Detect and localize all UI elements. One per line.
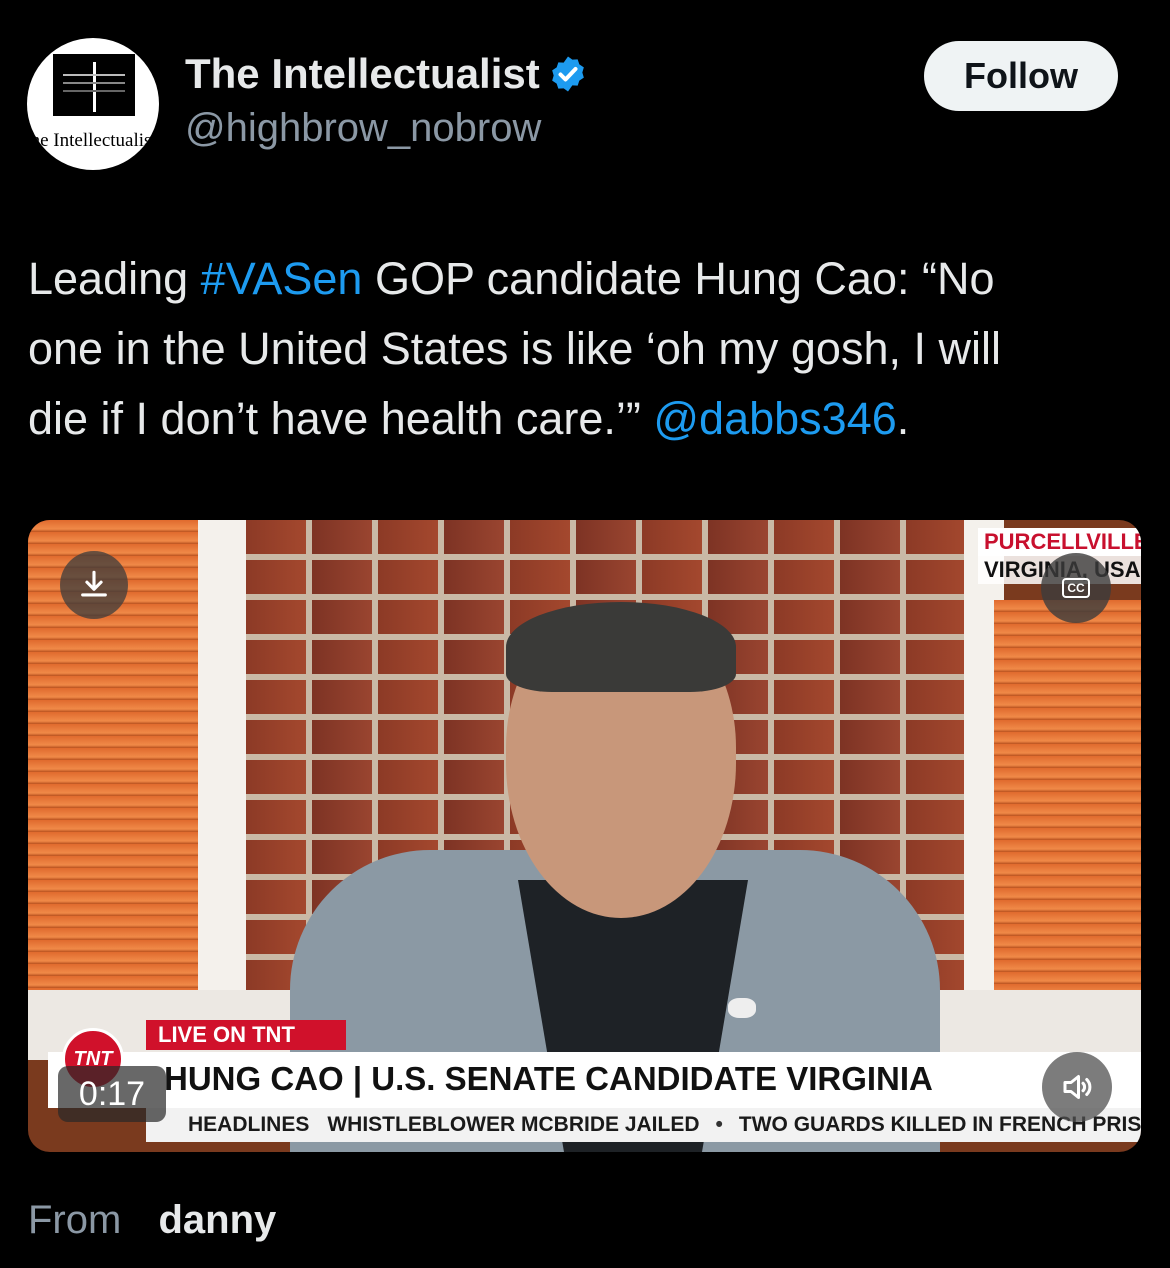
tweet-text-segment: die if I don’t have health care.’” xyxy=(28,393,654,444)
video-player[interactable]: PURCELLVILLE VIRGINIA, USA CC LIVE ON TN… xyxy=(28,520,1141,1152)
download-button[interactable] xyxy=(60,551,128,619)
from-attribution: From danny xyxy=(28,1198,276,1243)
display-name-text: The Intellectualist xyxy=(185,50,540,97)
captions-button[interactable]: CC xyxy=(1041,553,1111,623)
cc-icon: CC xyxy=(1062,578,1090,598)
lapel-pin xyxy=(728,998,756,1018)
download-icon xyxy=(81,570,107,597)
tweet-line-1: Leading #VASen GOP candidate Hung Cao: “… xyxy=(28,244,1148,314)
video-timestamp: 0:17 xyxy=(58,1066,166,1122)
hashtag-link[interactable]: #VASen xyxy=(201,253,363,304)
tweet-line-3: die if I don’t have health care.’” @dabb… xyxy=(28,384,1148,454)
live-tag: LIVE ON TNT xyxy=(146,1020,346,1050)
news-ticker: HEADLINES WHISTLEBLOWER MCBRIDE JAILED •… xyxy=(146,1108,1141,1142)
speaker-hair xyxy=(506,602,736,692)
avatar-logo-art xyxy=(53,54,135,116)
volume-button[interactable] xyxy=(1042,1052,1112,1122)
follow-button[interactable]: Follow xyxy=(924,41,1118,111)
verified-badge-icon xyxy=(551,56,584,92)
ticker-item: WHISTLEBLOWER MCBRIDE JAILED xyxy=(327,1113,700,1136)
avatar[interactable]: The Intellectualist xyxy=(27,38,159,170)
window-frame xyxy=(198,520,246,1000)
ticker-separator: • xyxy=(715,1113,723,1136)
lower-third-title: HUNG CAO | U.S. SENATE CANDIDATE VIRGINI… xyxy=(164,1060,933,1097)
from-user-link[interactable]: danny xyxy=(158,1198,276,1242)
tweet-text-segment: Leading xyxy=(28,253,201,304)
ticker-label: HEADLINES xyxy=(188,1113,310,1136)
display-name[interactable]: The Intellectualist xyxy=(185,50,588,98)
window-blinds xyxy=(994,600,1141,1000)
tweet-text-segment: . xyxy=(896,393,910,444)
tweet-text: Leading #VASen GOP candidate Hung Cao: “… xyxy=(28,244,1148,454)
from-label: From xyxy=(28,1198,122,1242)
tweet-line-2: one in the United States is like ‘oh my … xyxy=(28,323,1001,374)
tweet-text-segment: GOP candidate Hung Cao: “No xyxy=(362,253,995,304)
volume-icon xyxy=(1063,1075,1092,1099)
tweet-page: The Intellectualist The Intellectualist … xyxy=(0,0,1170,1268)
avatar-logo-text: The Intellectualist xyxy=(27,130,157,151)
location-city: PURCELLVILLE xyxy=(978,528,1141,556)
account-handle[interactable]: @highbrow_nobrow xyxy=(185,106,541,151)
mention-link[interactable]: @dabbs346 xyxy=(653,393,896,444)
